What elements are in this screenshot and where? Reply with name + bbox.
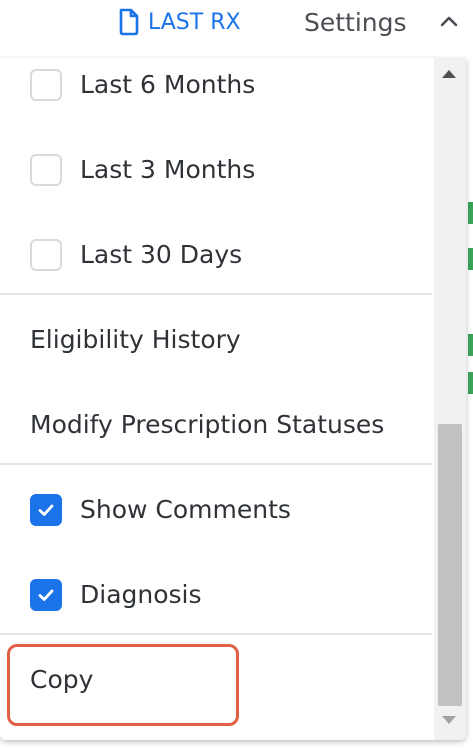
menu-item-label: Copy <box>30 665 94 694</box>
menu-divider <box>0 633 432 635</box>
toolbar: LAST RX Settings <box>0 0 473 44</box>
scroll-down-arrow-icon[interactable] <box>442 716 456 724</box>
menu-item-eligibility-history[interactable]: Eligibility History <box>0 297 432 382</box>
menu-item-last-3-months[interactable]: Last 3 Months <box>0 127 432 212</box>
checkbox-show-comments[interactable] <box>30 493 62 526</box>
background-status-mark <box>468 334 473 356</box>
menu-item-show-comments[interactable]: Show Comments <box>0 467 432 552</box>
menu-item-label: Last 6 Months <box>80 70 256 99</box>
scrollbar-thumb[interactable] <box>438 424 462 706</box>
menu-item-copy[interactable]: Copy <box>0 637 432 722</box>
menu-item-label: Diagnosis <box>80 580 202 609</box>
scroll-up-arrow-icon[interactable] <box>442 70 456 78</box>
page: LAST RX Settings Last 6 Months Last 3 Mo… <box>0 0 473 748</box>
background-status-mark <box>468 202 473 224</box>
checkbox-last-6-months[interactable] <box>30 68 62 101</box>
settings-label: Settings <box>304 7 407 37</box>
menu-item-label: Eligibility History <box>30 325 241 354</box>
menu-scroll-area: Last 6 Months Last 3 Months Last 30 Days… <box>0 58 432 740</box>
menu-item-label: Last 30 Days <box>80 240 243 269</box>
checkmark-icon <box>38 589 54 601</box>
background-status-mark <box>468 372 473 394</box>
checkbox-last-3-months[interactable] <box>30 153 62 186</box>
menu-item-label: Show Comments <box>80 495 291 524</box>
last-rx-button[interactable]: LAST RX <box>118 4 241 40</box>
menu-item-diagnosis[interactable]: Diagnosis <box>0 552 432 637</box>
chevron-up-icon[interactable] <box>437 10 461 34</box>
menu-item-label: Modify Prescription Statuses <box>30 410 385 439</box>
checkbox-last-30-days[interactable] <box>30 238 62 271</box>
last-rx-label: LAST RX <box>148 9 241 35</box>
background-status-mark <box>468 248 473 270</box>
checkmark-icon <box>38 504 54 516</box>
menu-item-last-30-days[interactable]: Last 30 Days <box>0 212 432 297</box>
checkbox-diagnosis[interactable] <box>30 578 62 611</box>
menu-divider <box>0 293 432 295</box>
menu-item-label: Last 3 Months <box>80 155 256 184</box>
settings-button[interactable]: Settings <box>304 4 407 40</box>
menu-item-modify-prescription-statuses[interactable]: Modify Prescription Statuses <box>0 382 432 467</box>
menu-scrollbar[interactable] <box>434 58 466 740</box>
menu-divider <box>0 463 432 465</box>
settings-dropdown-menu: Last 6 Months Last 3 Months Last 30 Days… <box>0 58 466 740</box>
document-icon <box>118 8 140 36</box>
menu-item-last-6-months[interactable]: Last 6 Months <box>0 58 432 127</box>
